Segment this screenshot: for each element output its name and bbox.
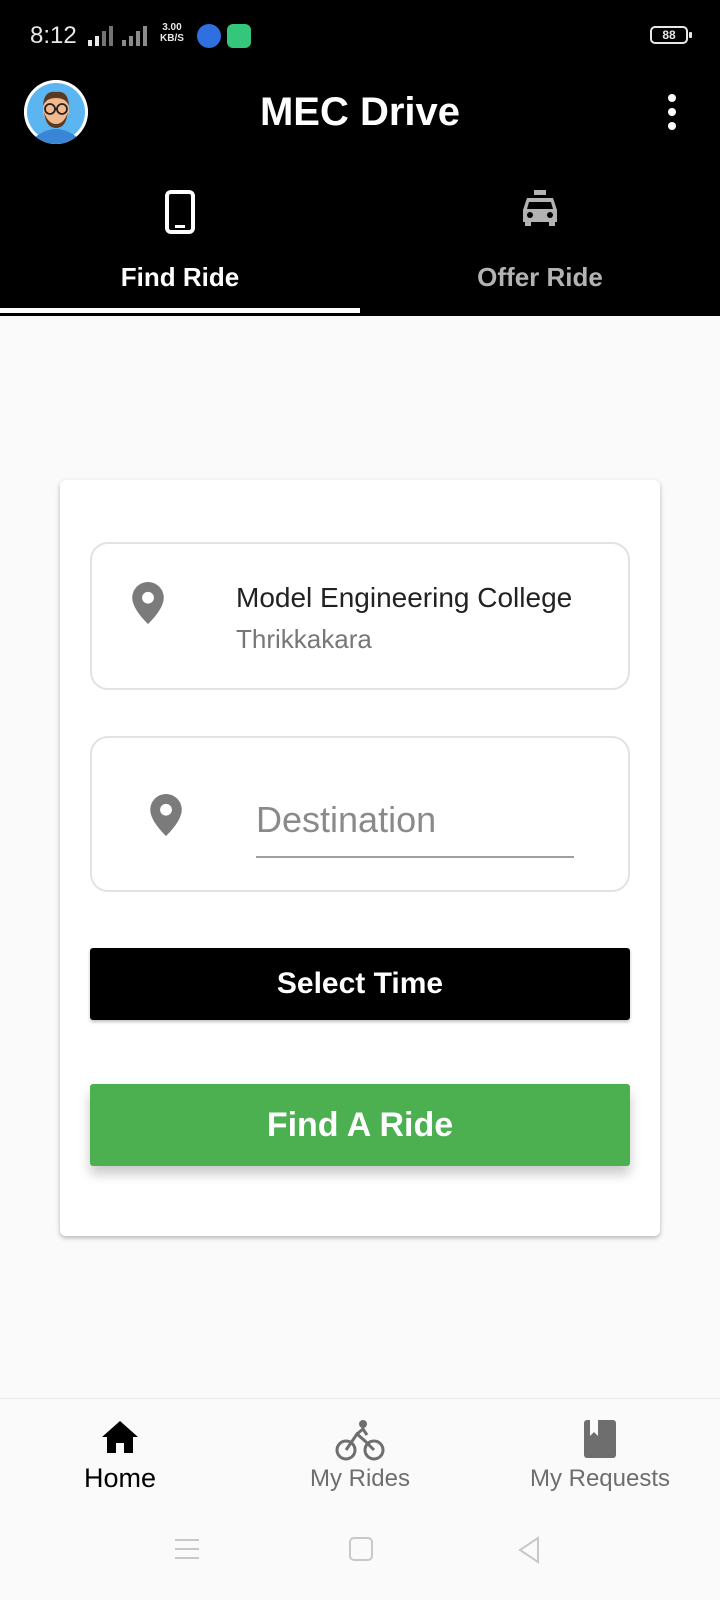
app-bar: MEC Drive Find Ride Offer Ride: [0, 72, 720, 316]
select-time-button[interactable]: Select Time: [90, 948, 630, 1020]
tab-indicator: [0, 308, 360, 313]
origin-field[interactable]: Model Engineering College Thrikkakara: [90, 542, 630, 690]
phone-icon: [0, 190, 360, 240]
book-icon: [480, 1419, 720, 1461]
nav-my-rides[interactable]: My Rides: [240, 1399, 480, 1509]
nav-my-requests[interactable]: My Requests: [480, 1399, 720, 1509]
home-square-icon[interactable]: [348, 1536, 374, 1567]
battery-icon: 88: [650, 26, 692, 44]
destination-input[interactable]: [256, 792, 574, 858]
nav-label: My Requests: [529, 1465, 671, 1492]
location-pin-icon: [132, 582, 164, 629]
system-nav-bar: [0, 1508, 720, 1600]
home-icon: [0, 1419, 240, 1461]
status-bar: 8:12 3.00 KB/S 88: [0, 0, 720, 72]
origin-subtitle: Thrikkakara: [236, 624, 372, 654]
check-app-icon: [197, 24, 221, 48]
tab-find-ride[interactable]: Find Ride: [0, 176, 360, 316]
location-pin-icon: [150, 794, 182, 841]
find-a-ride-button[interactable]: Find A Ride: [90, 1084, 630, 1166]
ride-search-card: Model Engineering College Thrikkakara Se…: [60, 480, 660, 1236]
tab-offer-ride[interactable]: Offer Ride: [360, 176, 720, 316]
origin-name: Model Engineering College: [236, 582, 573, 613]
nav-label: Home: [83, 1463, 157, 1493]
destination-field: [90, 736, 630, 892]
back-icon[interactable]: [516, 1536, 542, 1569]
net-speed: 3.00 KB/S: [160, 22, 184, 44]
tab-label: Offer Ride: [477, 262, 603, 292]
nav-home[interactable]: Home: [0, 1399, 240, 1509]
menu-icon[interactable]: [174, 1536, 200, 1567]
chat-app-icon: [227, 24, 251, 48]
more-options-icon[interactable]: [660, 94, 684, 130]
taxi-icon: [360, 190, 720, 240]
tab-label: Find Ride: [120, 262, 240, 292]
bicycle-icon: [240, 1419, 480, 1461]
app-title: MEC Drive: [259, 90, 461, 134]
status-time: 8:12: [30, 22, 77, 49]
bottom-nav: Home My Rides My Requests: [0, 1398, 720, 1508]
nav-label: My Rides: [309, 1465, 411, 1492]
